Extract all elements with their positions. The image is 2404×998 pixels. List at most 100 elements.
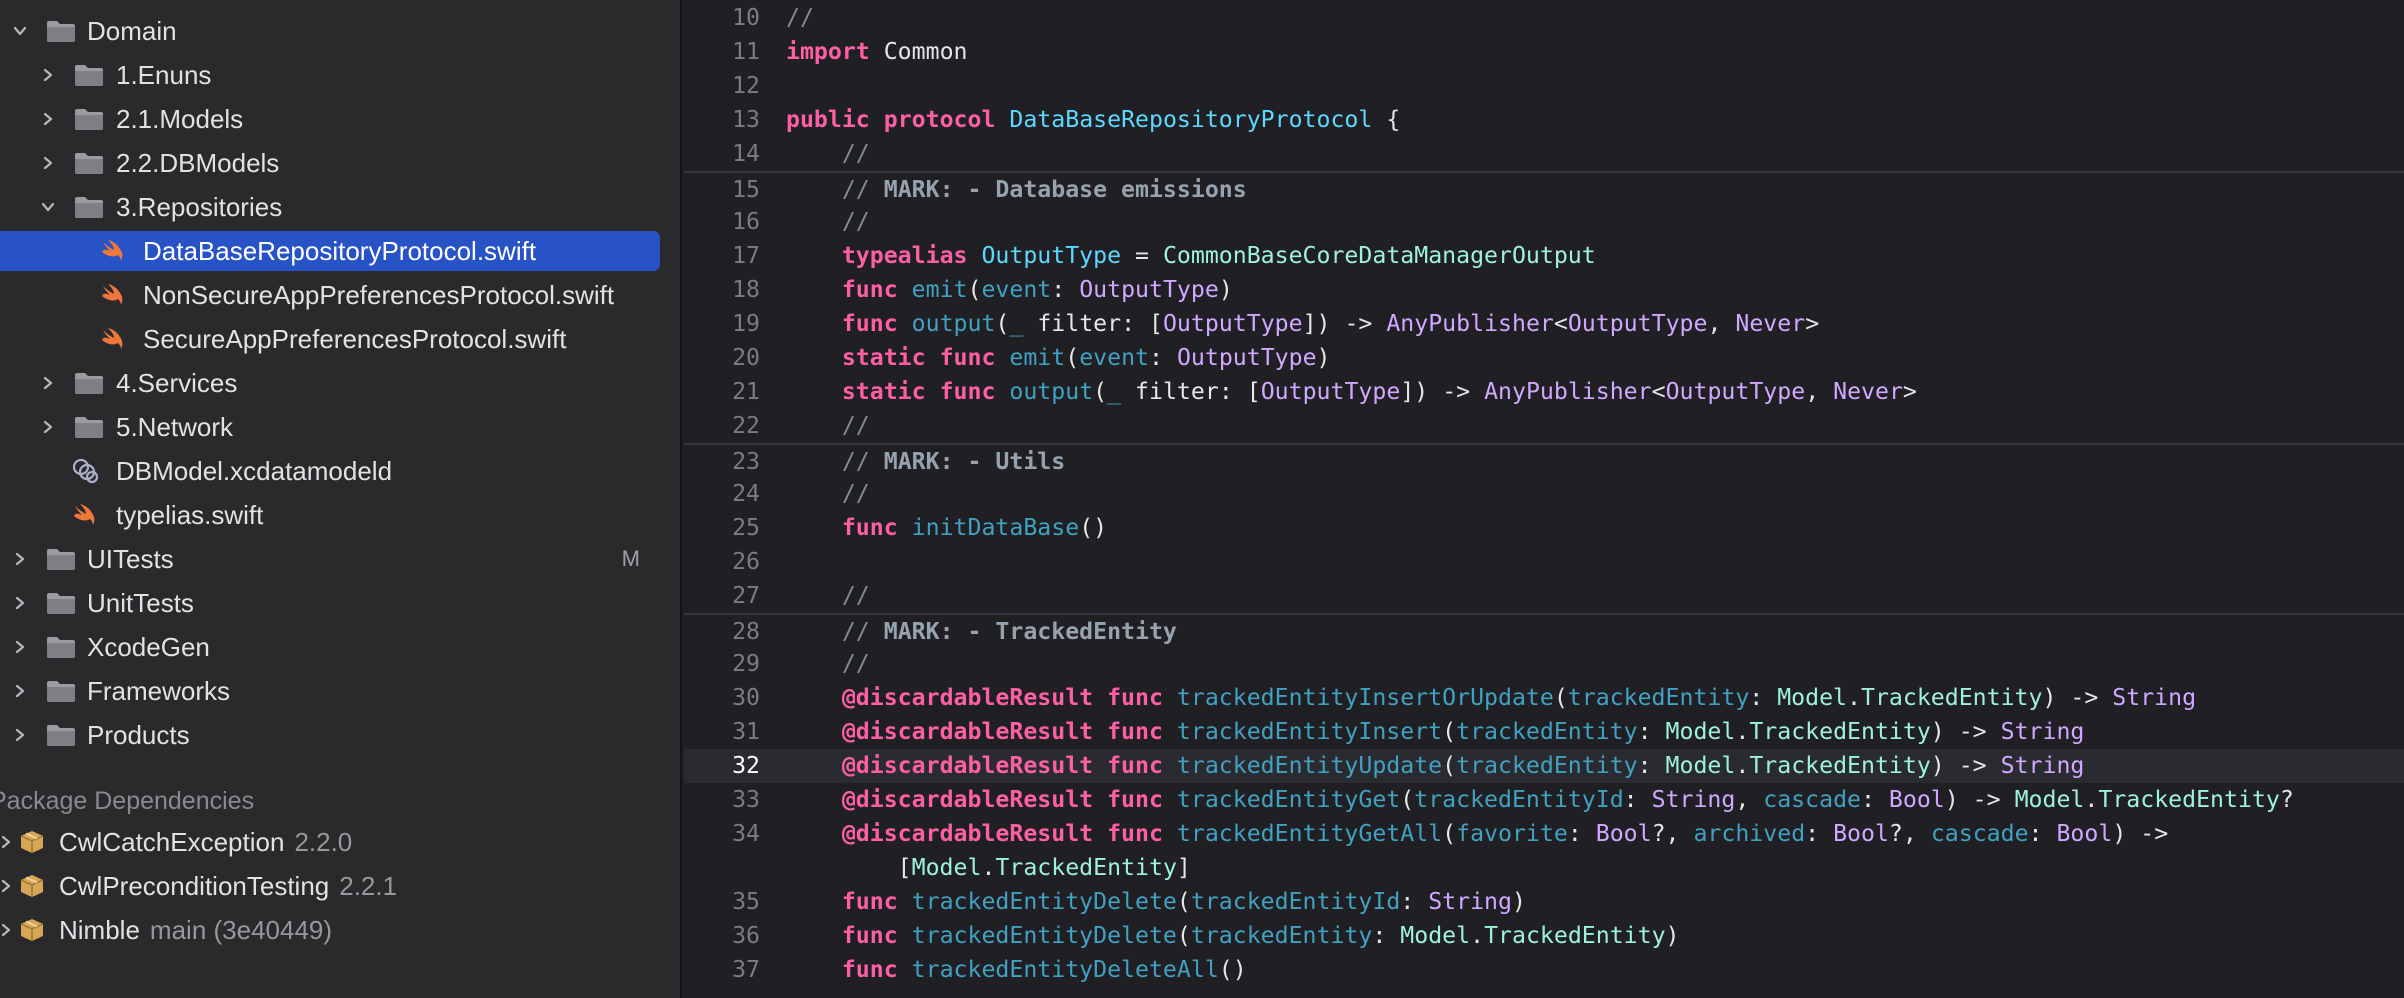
scm-status-badge: M bbox=[621, 546, 640, 571]
code-token: trackedEntity bbox=[1456, 718, 1638, 745]
package-dependencies-header[interactable]: Package Dependencies bbox=[0, 787, 254, 816]
code-line[interactable]: 16 // bbox=[684, 205, 2404, 239]
line-number: 17 bbox=[732, 242, 760, 269]
code-line[interactable]: 19 func output(_ filter: [OutputType]) -… bbox=[684, 307, 2404, 341]
code-line[interactable]: 24 // bbox=[684, 477, 2404, 511]
nav-item-unittests[interactable]: UnitTests bbox=[0, 583, 680, 623]
nav-item-frameworks[interactable]: Frameworks bbox=[0, 671, 680, 711]
code-token: filter: [ bbox=[1023, 310, 1163, 337]
code-token: func bbox=[1107, 752, 1163, 779]
nav-item-products[interactable]: Products bbox=[0, 715, 680, 755]
code-line[interactable]: 23 // MARK: - Utils bbox=[684, 443, 2404, 479]
code-line[interactable]: 20 static func emit(event: OutputType) bbox=[684, 341, 2404, 375]
line-number: 27 bbox=[732, 582, 760, 609]
chevron-right-icon[interactable] bbox=[0, 910, 15, 950]
package-cwlcatchexception[interactable]: CwlCatchException 2.2.0 bbox=[0, 822, 680, 862]
nav-item-5-network[interactable]: 5.Network bbox=[0, 407, 680, 447]
code-line[interactable]: 27 // bbox=[684, 579, 2404, 613]
code-token: func bbox=[841, 956, 898, 983]
chevron-right-icon[interactable] bbox=[0, 866, 15, 906]
nav-item-secureapppreferencesprotocol-swift[interactable]: SecureAppPreferencesProtocol.swift bbox=[0, 319, 680, 359]
code-token: TrackedEntity bbox=[995, 854, 1177, 881]
nav-item-4-services[interactable]: 4.Services bbox=[0, 363, 680, 403]
project-navigator: Domain 1.Enuns 2.1.Models 2.2.DBModels 3.Rep… bbox=[0, 0, 682, 998]
chevron-right-icon[interactable] bbox=[39, 363, 57, 403]
code-token: func bbox=[1107, 820, 1163, 847]
code-line[interactable]: 28 // MARK: - TrackedEntity bbox=[684, 613, 2404, 649]
code-token: Model bbox=[1777, 684, 1848, 711]
chevron-right-icon[interactable] bbox=[11, 583, 29, 623]
chevron-right-icon[interactable] bbox=[39, 407, 57, 447]
code-text: @discardableResult func trackedEntityUpd… bbox=[786, 749, 2085, 783]
nav-item-3-repositories[interactable]: 3.Repositories bbox=[0, 187, 680, 227]
code-line[interactable]: 22 // bbox=[684, 409, 2404, 443]
code-line[interactable]: 12 bbox=[684, 69, 2404, 103]
code-line[interactable]: 37 func trackedEntityDeleteAll() bbox=[684, 953, 2404, 987]
code-line[interactable]: 11 import Common bbox=[684, 35, 2404, 69]
code-line[interactable]: 13 public protocol DataBaseRepositoryProt… bbox=[684, 103, 2404, 137]
code-token: func bbox=[1107, 684, 1163, 711]
code-line[interactable]: 14 // bbox=[684, 137, 2404, 171]
line-number: 16 bbox=[732, 208, 760, 235]
nav-item-nonsecureapppreferencesprotocol-swift[interactable]: NonSecureAppPreferencesProtocol.swift bbox=[0, 275, 680, 315]
chevron-right-icon[interactable] bbox=[11, 715, 29, 755]
nav-item-1-enuns[interactable]: 1.Enuns bbox=[0, 55, 680, 95]
source-editor[interactable]: 10 // 11 import Common 12 13 public protocol D… bbox=[684, 0, 2404, 998]
code-token: OutputType bbox=[1567, 310, 1708, 337]
code-token: DataBaseRepositoryProtocol bbox=[1009, 106, 1373, 133]
code-token: output bbox=[1009, 378, 1094, 405]
chevron-down-icon[interactable] bbox=[39, 187, 57, 227]
package-cwlpreconditiontesting[interactable]: CwlPreconditionTesting 2.2.1 bbox=[0, 866, 680, 906]
code-token: archived bbox=[1693, 820, 1806, 847]
nav-item-databaserepositoryprotocol-swift[interactable]: DataBaseRepositoryProtocol.swift bbox=[0, 231, 660, 271]
package-nimble[interactable]: Nimble main (3e40449) bbox=[0, 910, 680, 950]
chevron-right-icon[interactable] bbox=[11, 627, 29, 667]
code-token: ? bbox=[2279, 786, 2294, 813]
chevron-right-icon[interactable] bbox=[39, 143, 57, 183]
chevron-right-icon[interactable] bbox=[11, 671, 29, 711]
code-line[interactable]: 15 // MARK: - Database emissions bbox=[684, 171, 2404, 207]
chevron-right-icon[interactable] bbox=[39, 99, 57, 139]
code-line[interactable]: 35 func trackedEntityDelete(trackedEntit… bbox=[684, 885, 2404, 919]
code-token: func bbox=[841, 276, 898, 303]
code-line[interactable]: 32 @discardableResult func trackedEntity… bbox=[684, 749, 2404, 783]
nav-item-2-2-dbmodels[interactable]: 2.2.DBModels bbox=[0, 143, 680, 183]
nav-item-uitests[interactable]: UITests M bbox=[0, 539, 680, 579]
code-line[interactable]: 29 // bbox=[684, 647, 2404, 681]
code-line[interactable]: 17 typealias OutputType = CommonBaseCore… bbox=[684, 239, 2404, 273]
package-version: main (3e40449) bbox=[149, 914, 333, 945]
code-line[interactable]: 26 bbox=[684, 545, 2404, 579]
code-line[interactable]: 21 static func output(_ filter: [OutputT… bbox=[684, 375, 2404, 409]
code-line[interactable]: 36 func trackedEntityDelete(trackedEntit… bbox=[684, 919, 2404, 953]
chevron-right-icon[interactable] bbox=[39, 55, 57, 95]
code-token: TrackedEntity bbox=[1749, 752, 1931, 779]
folder-icon bbox=[74, 407, 104, 447]
code-line[interactable]: 10 // bbox=[684, 1, 2404, 35]
chevron-right-icon[interactable] bbox=[11, 539, 29, 579]
code-token: : bbox=[1637, 718, 1666, 745]
code-line[interactable]: 30 @discardableResult func trackedEntity… bbox=[684, 681, 2404, 715]
nav-item-dbmodel-xcdatamodeld[interactable]: DBModel.xcdatamodeld bbox=[0, 451, 680, 491]
code-line[interactable]: 18 func emit(event: OutputType) bbox=[684, 273, 2404, 307]
code-text: import Common bbox=[786, 35, 968, 69]
nav-item-domain[interactable]: Domain bbox=[0, 11, 680, 51]
code-line[interactable]: 33 @discardableResult func trackedEntity… bbox=[684, 783, 2404, 817]
nav-item-typelias-swift[interactable]: typelias.swift bbox=[0, 495, 680, 535]
code-token: trackedEntityGetAll bbox=[1176, 820, 1443, 847]
nav-item-xcodegen[interactable]: XcodeGen bbox=[0, 627, 680, 667]
code-line[interactable]: 31 @discardableResult func trackedEntity… bbox=[684, 715, 2404, 749]
code-line[interactable]: 34 @discardableResult func trackedEntity… bbox=[684, 817, 2404, 851]
code-line[interactable]: [Model.TrackedEntity] bbox=[684, 851, 2404, 885]
line-number: 23 bbox=[732, 448, 760, 475]
chevron-right-icon[interactable] bbox=[0, 822, 15, 862]
nav-item-2-1-models[interactable]: 2.1.Models bbox=[0, 99, 680, 139]
code-line[interactable]: 25 func initDataBase() bbox=[684, 511, 2404, 545]
chevron-down-icon[interactable] bbox=[11, 11, 29, 51]
line-number: 24 bbox=[732, 480, 760, 507]
